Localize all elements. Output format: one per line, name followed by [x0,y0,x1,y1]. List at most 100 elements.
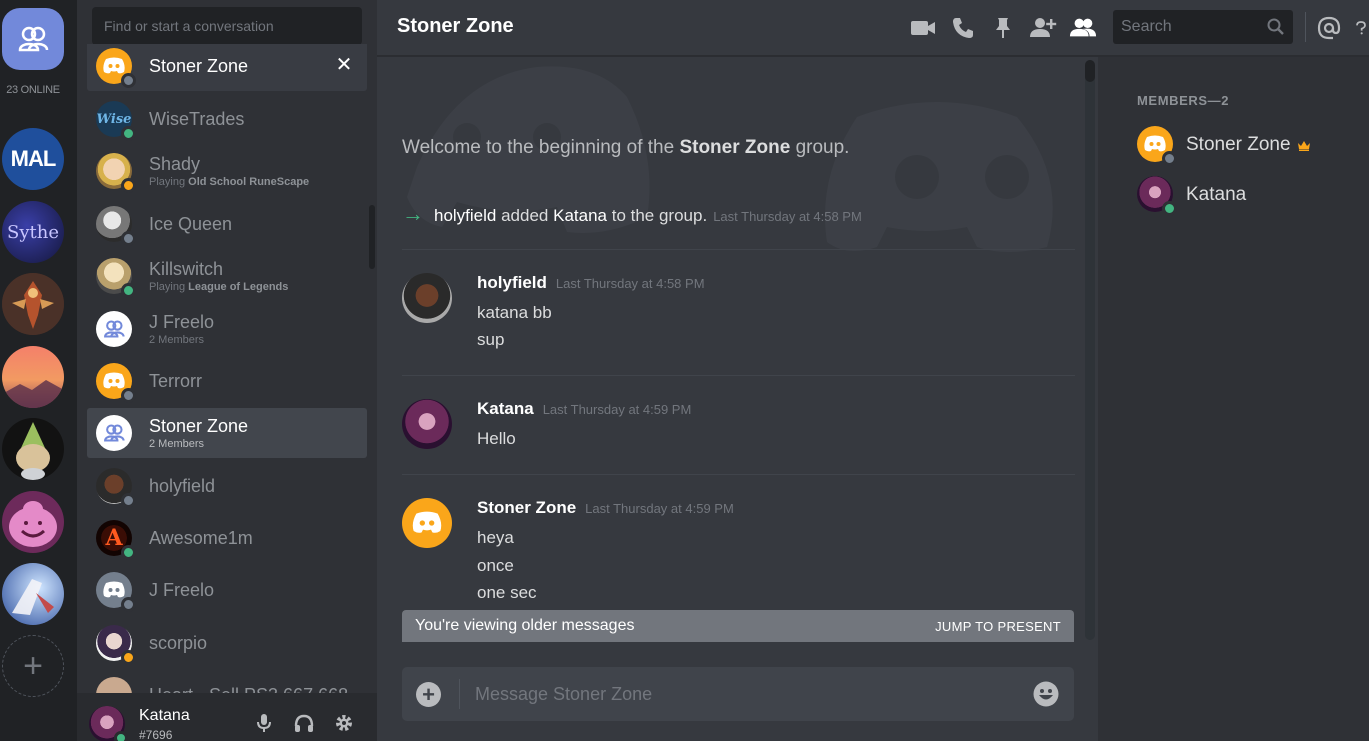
dm-item[interactable]: Stoner Zone ✕ [87,44,367,91]
message-avatar[interactable] [402,498,452,548]
message-composer: + Message Stoner Zone [402,667,1074,721]
dm-item[interactable]: Heart - Sell PS3 667 668 [87,670,367,694]
mal-text-icon: MAL [10,146,57,171]
dm-item[interactable]: Wise WiseTrades [87,94,367,144]
member-name: Katana [1186,184,1247,205]
dm-item[interactable]: A Awesome1m [87,513,367,563]
deafen-button[interactable] [292,711,316,735]
message-divider [402,474,1075,475]
online-count: 23 ONLINE [6,84,60,96]
avatar: Wise [96,101,136,141]
status-dot [121,597,136,612]
channel-title: Stoner Zone [397,15,514,37]
server-gnome[interactable] [2,418,64,480]
dm-group-item[interactable]: J Freelo 2 Members [87,304,367,354]
search-icon [1267,18,1284,35]
add-server-button[interactable]: + [2,635,64,697]
avatar [96,48,136,88]
upload-button[interactable]: + [416,682,441,707]
member-count: 2 Members [149,438,205,450]
member-list: MEMBERS—2 Stoner Zone Katana [1098,57,1369,741]
dm-item[interactable]: holyfield [87,461,367,511]
timestamp: Last Thursday at 4:58 PM [713,209,862,224]
sunset-icon [2,380,64,408]
welcome-suffix: group. [790,137,850,158]
server-sythe[interactable]: Sythe [2,201,64,263]
dm-list-scrollbar[interactable] [369,205,375,269]
start-voice-call-button[interactable] [949,14,977,42]
server-anime[interactable] [2,563,64,625]
crown-icon [1297,140,1310,151]
direct-messages-home-button[interactable] [2,8,64,70]
activity-prefix: Playing [149,176,189,188]
plus-icon: + [422,681,435,707]
dm-name: Stoner Zone [149,416,249,436]
wise-logo-icon: Wise [96,111,132,127]
discord-app: 23 ONLINE MAL Sythe + Find or start a co… [0,0,1369,741]
emoji-picker-icon[interactable] [1032,680,1060,708]
help-button[interactable] [1353,14,1369,42]
system-tail: to the group. [607,206,708,225]
dm-name: Killswitch [149,259,224,279]
message-author[interactable]: holyfield [477,273,547,293]
member-list-toggle[interactable] [1069,14,1097,42]
jump-to-present-button[interactable]: JUMP TO PRESENT [935,619,1061,634]
dm-item[interactable]: Shady Playing Old School RuneScape [87,146,367,196]
close-dm-button[interactable]: ✕ [333,53,355,76]
status-dot [121,493,136,508]
user-settings-button[interactable] [332,711,356,735]
message-avatar[interactable] [402,399,452,449]
dm-item[interactable]: scorpio [87,618,367,668]
timestamp: Last Thursday at 4:59 PM [585,501,734,516]
gnome-icon [16,422,50,480]
dm-name: Awesome1m [149,527,253,548]
user-avatar[interactable] [89,706,128,741]
system-target[interactable]: Katana [553,206,607,225]
close-icon: ✕ [335,53,353,76]
dm-item[interactable]: Terrorr [87,356,367,406]
server-mal[interactable]: MAL [2,128,64,190]
discord-logo-icon [103,57,125,74]
member-list-icon [1069,18,1097,37]
server-sunset[interactable] [2,346,64,408]
message-input[interactable]: Message Stoner Zone [475,684,652,705]
video-call-icon [911,21,935,35]
dm-name: holyfield [149,475,216,496]
find-conversation-input[interactable]: Find or start a conversation [92,7,362,45]
status-dot [1162,151,1177,166]
avatar: A [96,520,136,560]
add-friends-to-dm-button[interactable] [1029,14,1057,42]
message-scroller[interactable]: Welcome to the beginning of the Stoner Z… [377,57,1097,657]
activity-game: Old School RuneScape [188,176,310,188]
group-icon [104,424,125,442]
message-scrollbar[interactable] [1085,60,1095,640]
message-author[interactable]: Katana [477,399,534,419]
member-item[interactable]: Stoner Zone [1137,126,1357,166]
search-input[interactable]: Search [1113,10,1293,44]
message-text: sup [477,330,505,349]
pinned-messages-button[interactable] [989,14,1017,42]
mentions-button[interactable] [1315,14,1343,42]
avatar [96,153,136,193]
dm-item[interactable]: Killswitch Playing League of Legends [87,251,367,301]
discord-logo-icon [103,372,125,389]
server-armored-character[interactable] [2,273,64,335]
status-dot [121,126,136,141]
server-pink-blob[interactable] [2,491,64,553]
dm-item[interactable]: J Freelo [87,565,367,615]
system-actor[interactable]: holyfield [434,206,496,225]
avatar [96,258,136,298]
member-item[interactable]: Katana [1137,176,1357,216]
find-conversation-placeholder: Find or start a conversation [104,18,274,34]
scrollbar-thumb[interactable] [1085,60,1095,82]
chat-header: Stoner Zone Search [377,0,1369,56]
mute-button[interactable] [252,711,276,735]
start-video-call-button[interactable] [909,14,937,42]
dm-item[interactable]: Ice Queen [87,199,367,249]
group-icon [104,320,125,338]
message-avatar[interactable] [402,273,452,323]
mention-icon [1317,16,1341,40]
message-author[interactable]: Stoner Zone [477,498,576,518]
avatar [1137,126,1177,166]
dm-group-item-selected[interactable]: Stoner Zone 2 Members [87,408,367,458]
